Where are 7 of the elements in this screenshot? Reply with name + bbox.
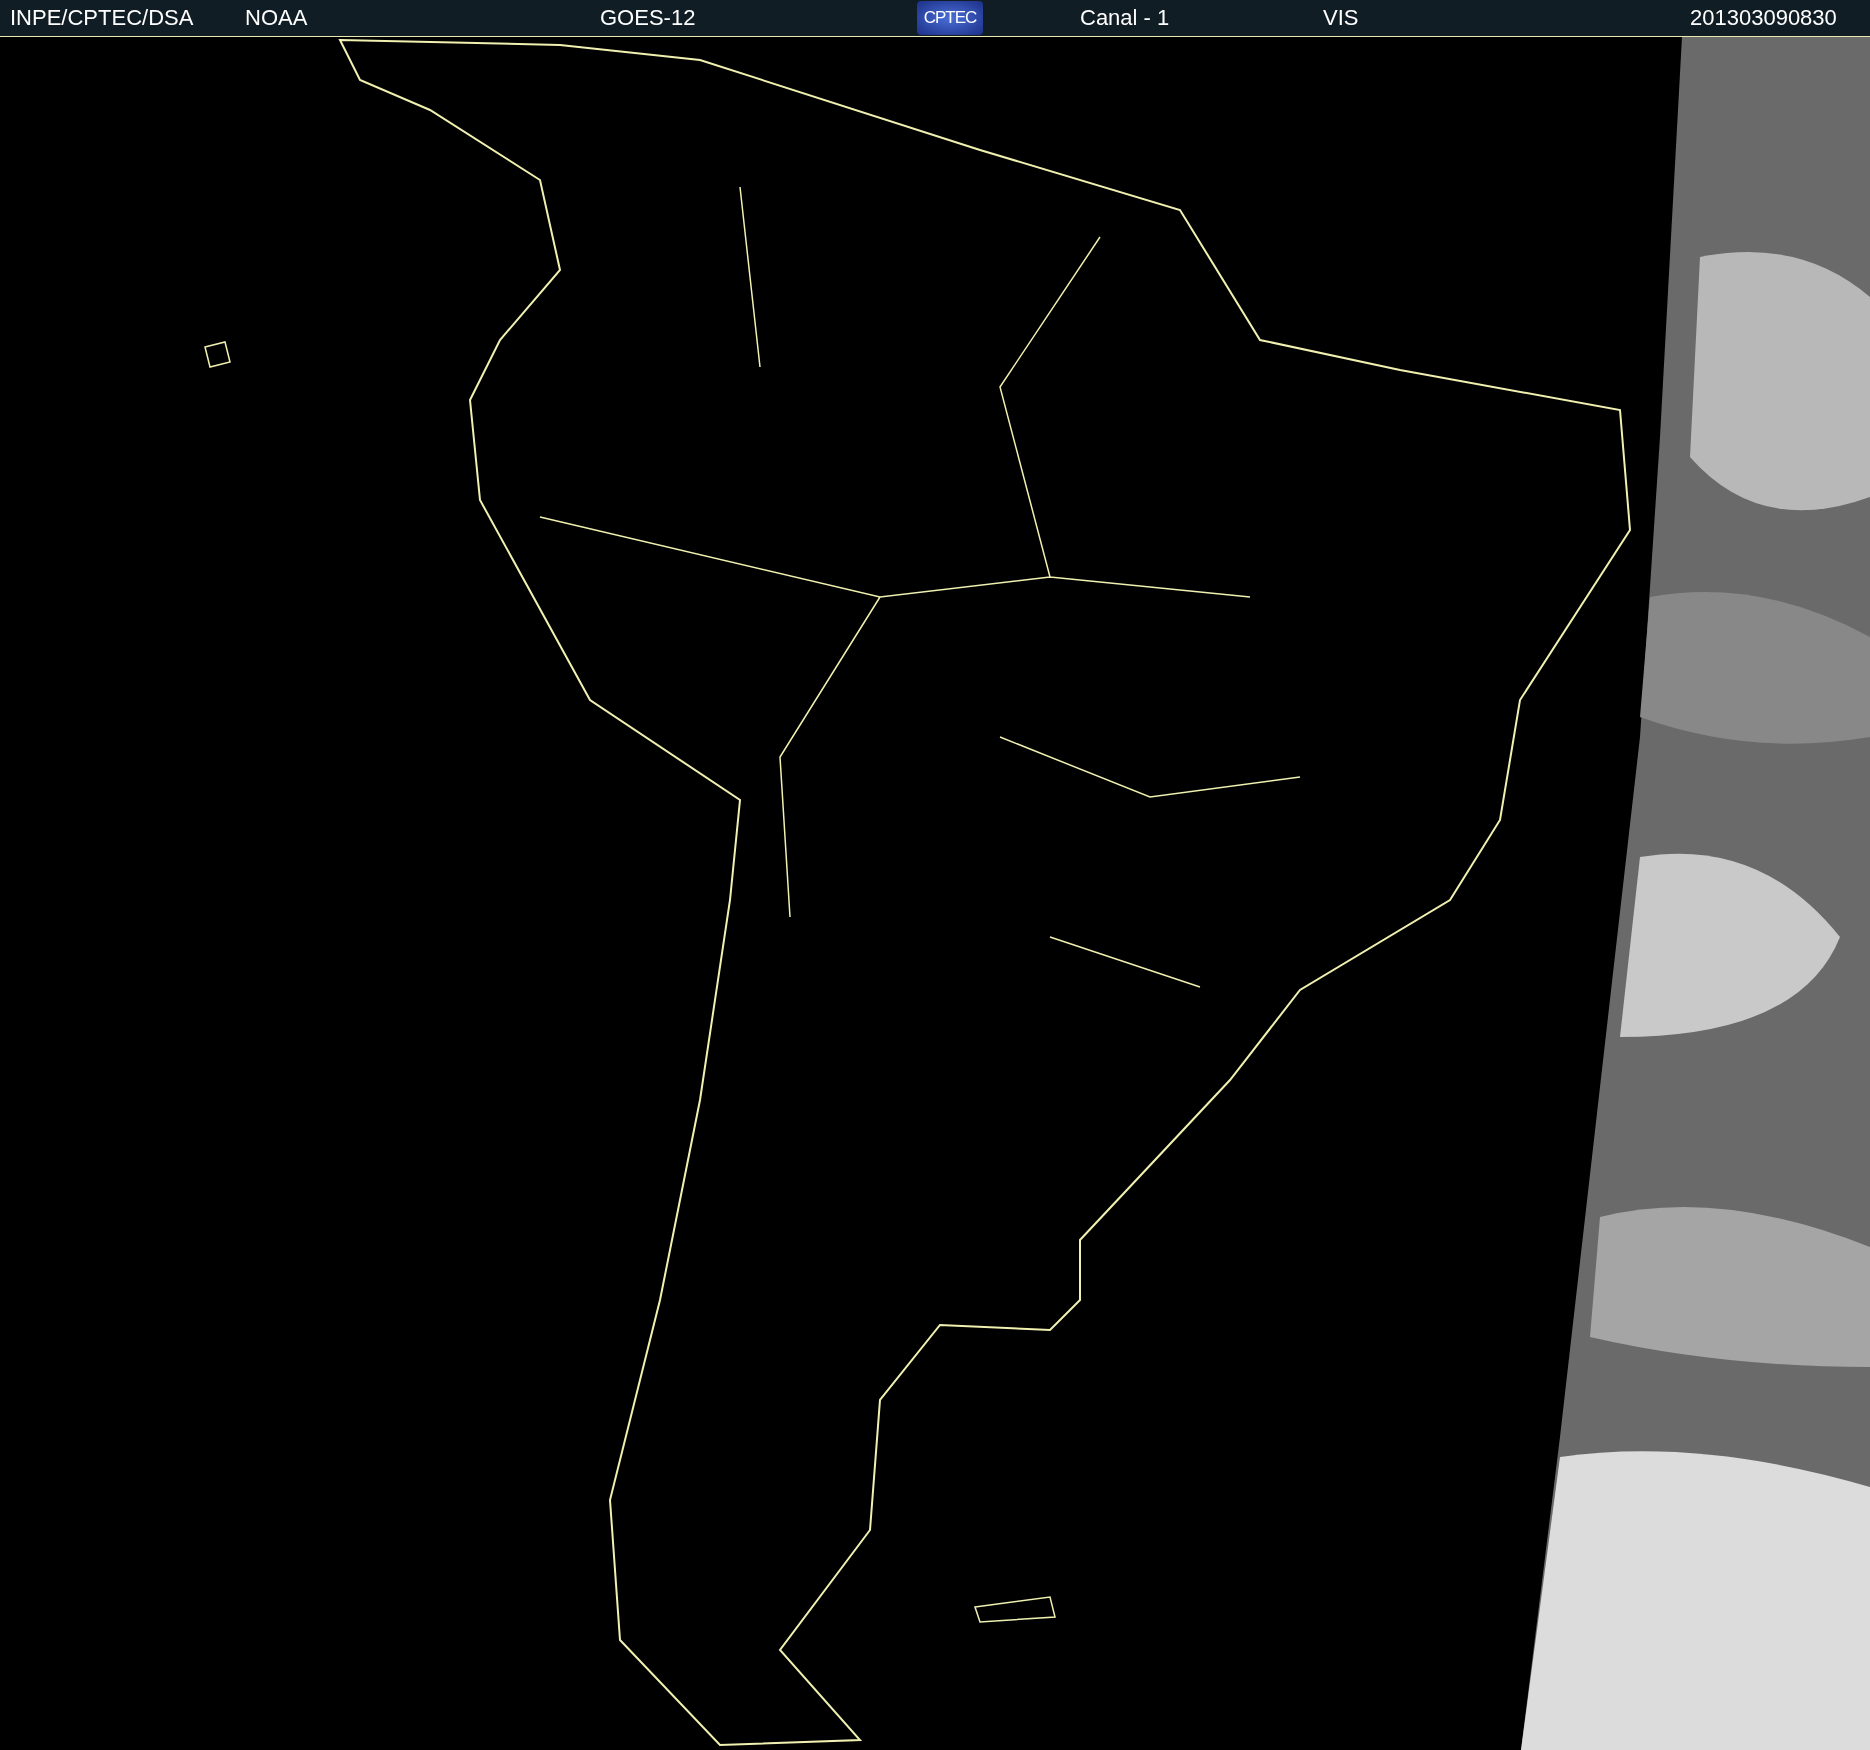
channel-label: Canal - 1 xyxy=(1080,5,1171,31)
agency-label: NOAA xyxy=(245,5,309,31)
timestamp-label: 201303090830 xyxy=(1690,5,1837,31)
logo: CPTEC xyxy=(917,1,983,35)
band-label: VIS xyxy=(1323,5,1360,31)
source-label: INPE/CPTEC/DSA xyxy=(10,5,195,31)
satellite-label: GOES-12 xyxy=(600,5,697,31)
